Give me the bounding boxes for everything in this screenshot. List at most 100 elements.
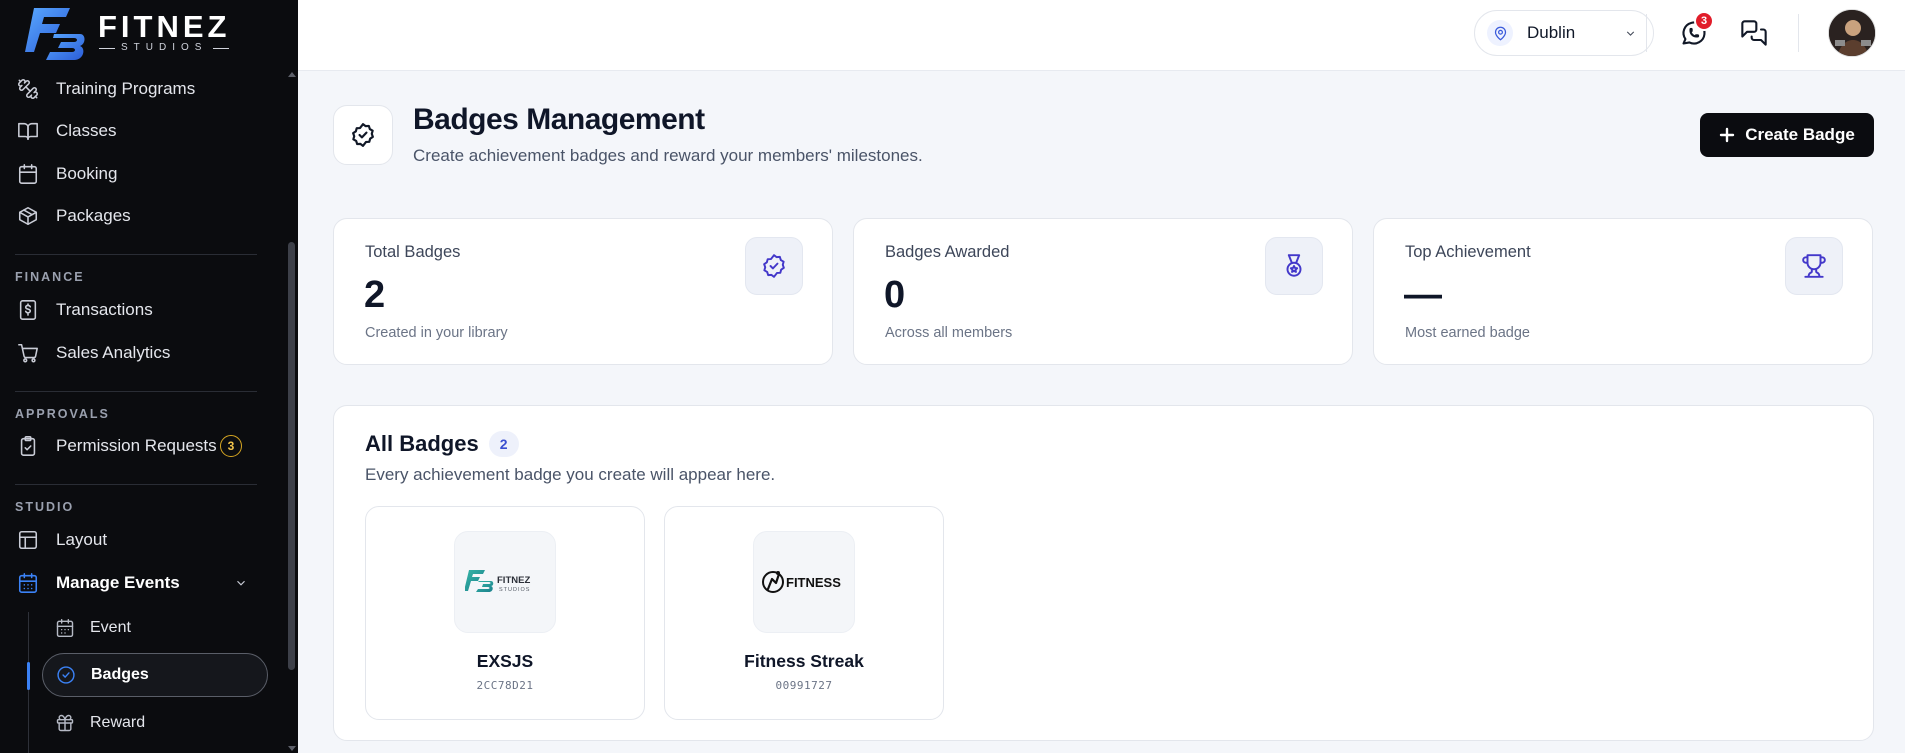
sidebar-divider — [15, 254, 257, 255]
badge-check-icon — [55, 664, 77, 686]
user-avatar[interactable] — [1828, 9, 1876, 57]
badge-count: 2 — [488, 431, 519, 457]
chevron-down-icon[interactable] — [234, 576, 248, 590]
pending-count-badge: 3 — [220, 435, 242, 457]
calendar-icon — [16, 162, 40, 186]
sidebar-item-label: Booking — [56, 164, 118, 183]
sidebar-subitem-badges[interactable]: Badges — [42, 653, 268, 697]
fitnez-logo-mark-icon — [25, 8, 85, 60]
sidebar-item-manage-events[interactable]: Manage Events — [16, 563, 256, 603]
badge-code: 00991727 — [775, 679, 833, 692]
messages-icon[interactable] — [1739, 18, 1769, 48]
stat-value: 2 — [364, 274, 386, 316]
create-badge-label: Create Badge — [1745, 125, 1855, 144]
sidebar-item-layout[interactable]: Layout — [16, 520, 256, 560]
stat-footnote: Across all members — [885, 325, 1013, 341]
sidebar-item-sales-analytics[interactable]: Sales Analytics — [16, 333, 256, 373]
sidebar-item-label: Sales Analytics — [56, 343, 171, 362]
sidebar-item-permission-requests[interactable]: Permission Requests 3 — [16, 426, 256, 466]
sidebar-item-label: Classes — [56, 121, 117, 140]
badge-code: 2CC78D21 — [476, 679, 534, 692]
location-selector[interactable]: Dublin — [1474, 10, 1654, 56]
brand-name: FITNEZ — [98, 9, 231, 44]
badge-card[interactable]: FITNESS Fitness Streak 00991727 — [664, 506, 944, 720]
submenu-active-indicator — [27, 662, 30, 690]
section-label-studio: STUDIO — [15, 500, 75, 514]
brand-logo[interactable]: FITNEZ STUDIOS — [24, 4, 231, 62]
layout-icon — [16, 528, 40, 552]
sidebar-scrollbar[interactable] — [286, 70, 296, 753]
scrollbar-thumb[interactable] — [288, 242, 295, 670]
sidebar-item-label: Permission Requests — [56, 436, 217, 455]
sidebar-subitem-label: Badges — [91, 666, 149, 683]
section-label-approvals: APPROVALS — [15, 407, 110, 421]
topbar-separator — [1646, 14, 1647, 52]
chevron-down-icon — [1624, 27, 1637, 40]
package-icon — [16, 204, 40, 228]
create-badge-button[interactable]: Create Badge — [1700, 113, 1874, 157]
sidebar-divider — [15, 391, 257, 392]
stat-card-total-badges: Total Badges 2 Created in your library — [333, 218, 833, 365]
sidebar-item-booking[interactable]: Booking — [16, 154, 256, 194]
dollar-receipt-icon — [16, 298, 40, 322]
sidebar-item-classes[interactable]: Classes — [16, 111, 256, 151]
shopping-cart-icon — [16, 341, 40, 365]
scroll-up-arrow-icon[interactable] — [288, 72, 296, 77]
dumbbell-icon — [16, 77, 40, 101]
sidebar-item-label: Layout — [56, 530, 108, 549]
badge-name: EXSJS — [476, 651, 534, 671]
whatsapp-notification-count: 3 — [1694, 11, 1714, 31]
page-title: Badges Management — [413, 103, 705, 136]
badge-name: Fitness Streak — [744, 651, 864, 671]
sidebar: FITNEZ STUDIOS Training Programs Classes… — [0, 0, 298, 753]
sidebar-divider — [15, 484, 257, 485]
panel-subtitle: Every achievement badge you create will … — [365, 465, 776, 484]
badge-logo-subtext: STUDIOS — [499, 587, 530, 593]
topbar-separator — [1798, 14, 1799, 52]
badge-logo-text: FITNESS — [786, 575, 841, 590]
map-pin-icon — [1487, 20, 1513, 46]
brand-wordmark: FITNEZ STUDIOS — [98, 9, 231, 54]
stat-label: Total Badges — [365, 243, 461, 261]
page-header-icon — [333, 105, 393, 165]
panel-title-text: All Badges — [365, 431, 479, 456]
panel-title: All Badges 2 — [365, 431, 519, 457]
fitness-logo-icon: FITNESS — [762, 571, 841, 593]
book-open-icon — [16, 119, 40, 143]
medal-icon — [1265, 237, 1323, 295]
badge-logo-text: FITNEZ — [497, 575, 530, 586]
clipboard-check-icon — [16, 434, 40, 458]
page-subtitle: Create achievement badges and reward you… — [413, 146, 923, 165]
all-badges-panel: All Badges 2 Every achievement badge you… — [333, 405, 1874, 741]
stat-label: Top Achievement — [1405, 243, 1531, 261]
avatar-photo-icon — [1829, 10, 1875, 56]
sidebar-item-packages[interactable]: Packages — [16, 196, 256, 236]
stat-footnote: Created in your library — [365, 325, 508, 341]
stat-card-top-achievement: Top Achievement — Most earned badge — [1373, 218, 1873, 365]
badge-check-icon — [352, 123, 374, 147]
sidebar-item-label: Packages — [56, 206, 131, 225]
sidebar-item-label: Manage Events — [56, 573, 180, 592]
fitnez-logo-icon: FITNEZ STUDIOS — [465, 570, 530, 593]
badge-check-icon — [745, 237, 803, 295]
top-bar: Dublin 3 — [298, 0, 1905, 71]
sidebar-item-label: Transactions — [56, 300, 153, 319]
sidebar-subitem-reward[interactable]: Reward — [46, 701, 268, 745]
calendar-icon — [16, 571, 40, 595]
sidebar-subitem-label: Reward — [90, 714, 146, 731]
gift-icon — [54, 712, 76, 734]
calendar-icon — [54, 617, 76, 639]
stat-label: Badges Awarded — [885, 243, 1010, 261]
brand-tagline: STUDIOS — [99, 42, 229, 54]
scroll-down-arrow-icon[interactable] — [288, 746, 296, 751]
sidebar-subitem-label: Event — [90, 619, 131, 636]
badge-card[interactable]: FITNEZ STUDIOS EXSJS 2CC78D21 — [365, 506, 645, 720]
section-label-finance: FINANCE — [15, 270, 85, 284]
trophy-icon — [1785, 237, 1843, 295]
sidebar-subitem-event[interactable]: Event — [46, 606, 268, 650]
sidebar-item-transactions[interactable]: Transactions — [16, 290, 256, 330]
stat-value: — — [1404, 274, 1442, 316]
sidebar-item-training-programs[interactable]: Training Programs — [16, 69, 256, 109]
stat-card-badges-awarded: Badges Awarded 0 Across all members — [853, 218, 1353, 365]
location-name: Dublin — [1527, 23, 1576, 42]
